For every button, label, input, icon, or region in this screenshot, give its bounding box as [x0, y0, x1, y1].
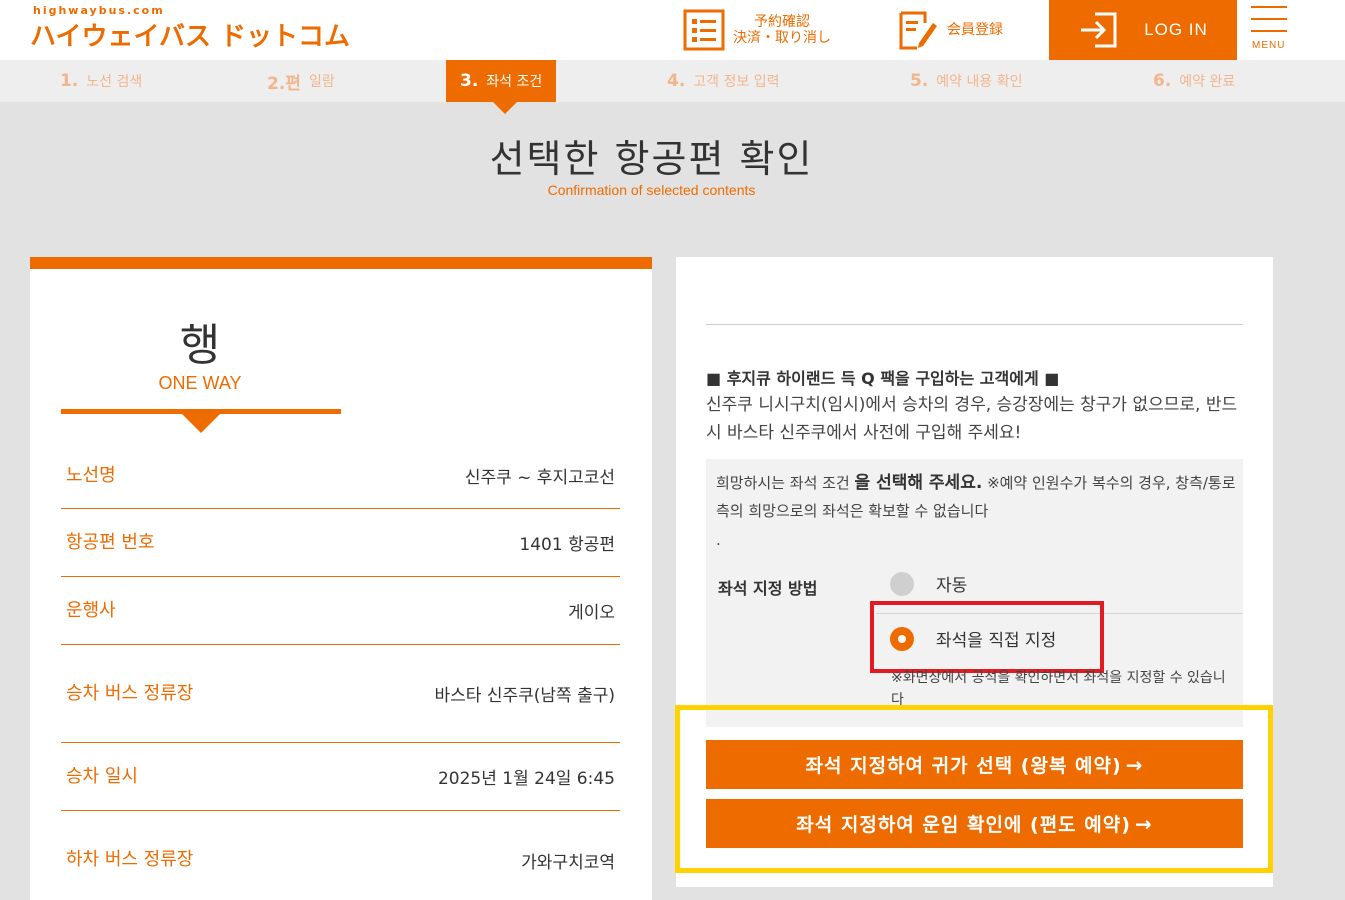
direction-pointer	[182, 414, 220, 433]
divider	[706, 324, 1243, 325]
page-subtitle: Confirmation of selected contents	[547, 182, 756, 198]
step-1: 1. 노선 검색	[60, 71, 143, 91]
active-step-pointer	[493, 102, 517, 114]
one-way-seat-button[interactable]: 좌석 지정하여 운임 확인에 (편도 예약) →	[706, 799, 1243, 848]
arrow-right-icon: →	[1134, 811, 1153, 836]
instruction-dot: .	[716, 531, 721, 549]
info-row-flight-number: 항공편 번호 1401 항공편	[61, 509, 620, 577]
direction-label: ONE WAY	[158, 373, 242, 393]
arrow-right-icon: →	[1125, 752, 1144, 777]
member-register-link[interactable]: 会員登録	[897, 0, 1003, 60]
info-value: 바스타 신주쿠(남쪽 출구)	[434, 686, 615, 706]
info-row-alighting-stop: 하차 버스 정류장 가와구치코역	[61, 811, 620, 900]
trip-summary-card: 행 ONE WAY 노선명 신주쿠 ~ 후지고코선 항공편 번호 1401 항공…	[30, 257, 652, 900]
notice-body: 신주쿠 니시구치(임시)에서 승차의 경우, 승강장에는 창구가 없으므로, 반…	[706, 395, 1238, 443]
menu-label: MENU	[1252, 40, 1286, 51]
menu-button[interactable]: MENU	[1250, 0, 1290, 60]
info-key: 운행사	[66, 599, 116, 621]
info-key: 승차 일시	[66, 765, 138, 787]
round-trip-label: 좌석 지정하여 귀가 선택 (왕복 예약)	[805, 755, 1122, 777]
option-auto-label: 자동	[936, 576, 968, 596]
login-label: LOG IN	[1144, 20, 1208, 39]
login-button[interactable]: LOG IN	[1049, 0, 1237, 60]
info-key: 하차 버스 정류장	[66, 849, 194, 870]
round-trip-seat-button[interactable]: 좌석 지정하여 귀가 선택 (왕복 예약) →	[706, 740, 1243, 789]
seat-instruction: 희망하시는 좌석 조건 을 선택해 주세요. ※예약 인원수가 복수의 경우, …	[716, 473, 1236, 520]
info-key: 승차 버스 정류장	[66, 682, 194, 704]
step-6: 6. 예약 완료	[1153, 71, 1236, 91]
list-icon	[683, 9, 725, 51]
info-value: 가와구치코역	[521, 852, 615, 873]
site-header: highwaybus.com ハイウェイバス ドットコム 予約確認 決済・取り消…	[0, 0, 1345, 60]
seat-method-label: 좌석 지정 방법	[718, 579, 818, 598]
hamburger-icon	[1251, 6, 1287, 8]
edit-form-icon	[897, 9, 939, 51]
step-5: 5. 예약 내용 확인	[910, 71, 1023, 91]
info-key: 항공편 번호	[66, 531, 155, 553]
reservation-link-line1: 予約確認	[754, 14, 810, 30]
page-title: 선택한 항공편 확인	[489, 137, 814, 181]
step-2: 2.편 일람	[267, 73, 335, 94]
notice-title: ■ 후지큐 하이랜드 득 Q 팩을 구입하는 고객에게 ■	[706, 369, 1060, 388]
one-way-label: 좌석 지정하여 운임 확인에 (편도 예약)	[796, 814, 1131, 836]
radio-unselected-icon[interactable]	[890, 571, 914, 596]
info-value: 게이오	[568, 603, 615, 623]
reservation-link-line2: 決済・取り消し	[733, 30, 831, 46]
site-logo[interactable]: ハイウェイバス ドットコム	[30, 16, 350, 53]
highlight-box-red	[870, 601, 1104, 673]
info-row-boarding-time: 승차 일시 2025년 1월 24일 6:45	[61, 743, 620, 811]
progress-steps: 1. 노선 검색 2.편 일람 3. 좌석 조건 4. 고객 정보 입력 5. 예약 내용…	[0, 60, 1345, 102]
info-key: 노선명	[66, 464, 116, 486]
login-icon	[1078, 9, 1120, 51]
seat-options-panel: 희망하시는 좌석 조건 을 선택해 주세요. ※예약 인원수가 복수의 경우, …	[706, 459, 1243, 727]
step-4: 4. 고객 정보 입력	[667, 71, 780, 91]
reservation-check-link[interactable]: 予約確認 決済・取り消し	[683, 0, 831, 60]
info-value: 2025년 1월 24일 6:45	[437, 769, 615, 789]
radio-option-auto[interactable]: 자동	[890, 571, 967, 596]
register-label: 会員登録	[947, 22, 1003, 38]
info-value: 1401 항공편	[519, 535, 615, 555]
info-row-operator: 운행사 게이오	[61, 577, 620, 645]
step-3-active: 3. 좌석 조건	[446, 60, 557, 102]
info-row-route: 노선명 신주쿠 ~ 후지고코선	[61, 443, 620, 509]
info-value: 신주쿠 ~ 후지고코선	[464, 468, 615, 488]
direction-heading: 행	[179, 320, 221, 371]
info-row-boarding-stop: 승차 버스 정류장 바스타 신주쿠(남쪽 출구)	[61, 645, 620, 743]
